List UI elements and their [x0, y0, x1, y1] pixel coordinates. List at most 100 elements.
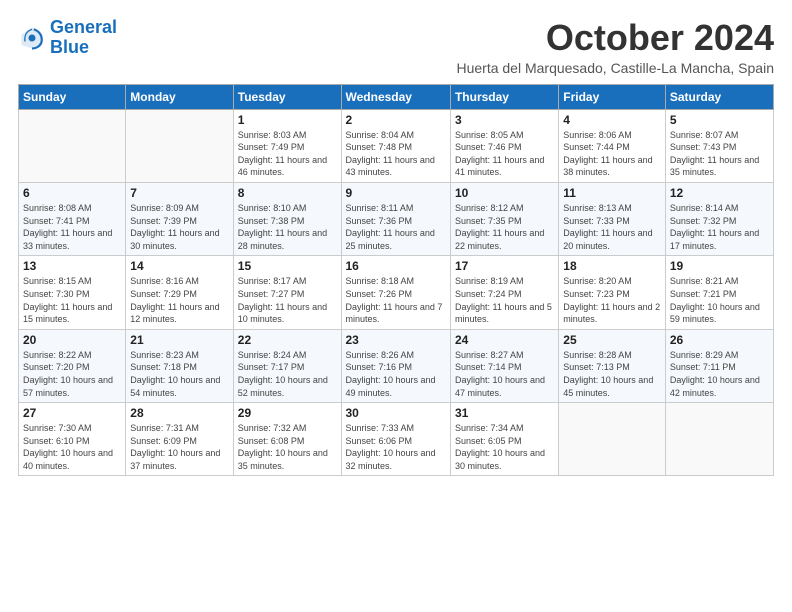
day-info: Sunrise: 8:10 AM Sunset: 7:38 PM Dayligh…: [238, 202, 337, 252]
day-info: Sunrise: 7:30 AM Sunset: 6:10 PM Dayligh…: [23, 422, 121, 472]
day-number: 2: [346, 113, 446, 127]
calendar-cell: 31Sunrise: 7:34 AM Sunset: 6:05 PM Dayli…: [450, 403, 558, 476]
calendar-cell: [19, 109, 126, 182]
calendar-cell: 15 Sunrise: 8:17 AM Sunset: 7:27 PM Dayli…: [233, 256, 341, 329]
logo-icon: [18, 24, 46, 52]
day-number: 10: [455, 186, 554, 200]
calendar-week-2: 6 Sunrise: 8:08 AM Sunset: 7:41 PM Daylig…: [19, 182, 774, 255]
day-number: 24: [455, 333, 554, 347]
day-info: Sunrise: 8:04 AM Sunset: 7:48 PM Dayligh…: [346, 129, 446, 179]
calendar-week-3: 13 Sunrise: 8:15 AM Sunset: 7:30 PM Dayli…: [19, 256, 774, 329]
day-info: Sunrise: 7:33 AM Sunset: 6:06 PM Dayligh…: [346, 422, 446, 472]
day-number: 25: [563, 333, 661, 347]
calendar-table: Sunday Monday Tuesday Wednesday Thursday…: [18, 84, 774, 477]
col-tuesday: Tuesday: [233, 84, 341, 109]
calendar-cell: 30Sunrise: 7:33 AM Sunset: 6:06 PM Dayli…: [341, 403, 450, 476]
calendar-cell: [559, 403, 666, 476]
day-info: Sunrise: 8:15 AM Sunset: 7:30 PM Dayligh…: [23, 275, 121, 325]
calendar-cell: 6 Sunrise: 8:08 AM Sunset: 7:41 PM Daylig…: [19, 182, 126, 255]
day-info: Sunrise: 8:19 AM Sunset: 7:24 PM Dayligh…: [455, 275, 554, 325]
calendar-cell: 23Sunrise: 8:26 AM Sunset: 7:16 PM Dayli…: [341, 329, 450, 402]
day-info: Sunrise: 8:27 AM Sunset: 7:14 PM Dayligh…: [455, 349, 554, 399]
day-number: 13: [23, 259, 121, 273]
day-info: Sunrise: 7:31 AM Sunset: 6:09 PM Dayligh…: [130, 422, 228, 472]
logo-text: General Blue: [50, 18, 117, 58]
day-number: 8: [238, 186, 337, 200]
day-info: Sunrise: 8:06 AM Sunset: 7:44 PM Dayligh…: [563, 129, 661, 179]
day-number: 5: [670, 113, 769, 127]
calendar-cell: 20Sunrise: 8:22 AM Sunset: 7:20 PM Dayli…: [19, 329, 126, 402]
day-info: Sunrise: 8:13 AM Sunset: 7:33 PM Dayligh…: [563, 202, 661, 252]
day-number: 15: [238, 259, 337, 273]
calendar-cell: 12Sunrise: 8:14 AM Sunset: 7:32 PM Dayli…: [665, 182, 773, 255]
calendar-cell: 13 Sunrise: 8:15 AM Sunset: 7:30 PM Dayli…: [19, 256, 126, 329]
col-sunday: Sunday: [19, 84, 126, 109]
calendar-cell: 9 Sunrise: 8:11 AM Sunset: 7:36 PM Daylig…: [341, 182, 450, 255]
calendar-cell: 7Sunrise: 8:09 AM Sunset: 7:39 PM Daylig…: [126, 182, 233, 255]
day-info: Sunrise: 8:29 AM Sunset: 7:11 PM Dayligh…: [670, 349, 769, 399]
logo-general: General: [50, 17, 117, 37]
day-info: Sunrise: 8:03 AM Sunset: 7:49 PM Dayligh…: [238, 129, 337, 179]
calendar-header: Sunday Monday Tuesday Wednesday Thursday…: [19, 84, 774, 109]
calendar-cell: [665, 403, 773, 476]
calendar-cell: [126, 109, 233, 182]
day-number: 31: [455, 406, 554, 420]
calendar-week-4: 20Sunrise: 8:22 AM Sunset: 7:20 PM Dayli…: [19, 329, 774, 402]
calendar-cell: 4 Sunrise: 8:06 AM Sunset: 7:44 PM Daylig…: [559, 109, 666, 182]
day-info: Sunrise: 8:17 AM Sunset: 7:27 PM Dayligh…: [238, 275, 337, 325]
calendar-cell: 2 Sunrise: 8:04 AM Sunset: 7:48 PM Daylig…: [341, 109, 450, 182]
day-info: Sunrise: 8:16 AM Sunset: 7:29 PM Dayligh…: [130, 275, 228, 325]
month-title: October 2024: [456, 18, 774, 58]
day-number: 14: [130, 259, 228, 273]
day-number: 26: [670, 333, 769, 347]
calendar-cell: 25 Sunrise: 8:28 AM Sunset: 7:13 PM Dayli…: [559, 329, 666, 402]
day-number: 22: [238, 333, 337, 347]
day-number: 9: [346, 186, 446, 200]
calendar-cell: 24 Sunrise: 8:27 AM Sunset: 7:14 PM Dayli…: [450, 329, 558, 402]
calendar-week-1: 1 Sunrise: 8:03 AM Sunset: 7:49 PM Daylig…: [19, 109, 774, 182]
day-info: Sunrise: 8:20 AM Sunset: 7:23 PM Dayligh…: [563, 275, 661, 325]
day-number: 1: [238, 113, 337, 127]
calendar-cell: 21 Sunrise: 8:23 AM Sunset: 7:18 PM Dayli…: [126, 329, 233, 402]
calendar-cell: 27 Sunrise: 7:30 AM Sunset: 6:10 PM Dayli…: [19, 403, 126, 476]
day-info: Sunrise: 8:23 AM Sunset: 7:18 PM Dayligh…: [130, 349, 228, 399]
day-info: Sunrise: 8:18 AM Sunset: 7:26 PM Dayligh…: [346, 275, 446, 325]
day-info: Sunrise: 8:05 AM Sunset: 7:46 PM Dayligh…: [455, 129, 554, 179]
col-wednesday: Wednesday: [341, 84, 450, 109]
col-friday: Friday: [559, 84, 666, 109]
day-number: 6: [23, 186, 121, 200]
header-row: Sunday Monday Tuesday Wednesday Thursday…: [19, 84, 774, 109]
day-number: 4: [563, 113, 661, 127]
location: Huerta del Marquesado, Castille-La Manch…: [456, 60, 774, 76]
calendar-cell: 17Sunrise: 8:19 AM Sunset: 7:24 PM Dayli…: [450, 256, 558, 329]
day-info: Sunrise: 8:24 AM Sunset: 7:17 PM Dayligh…: [238, 349, 337, 399]
day-info: Sunrise: 8:11 AM Sunset: 7:36 PM Dayligh…: [346, 202, 446, 252]
col-monday: Monday: [126, 84, 233, 109]
page: General Blue October 2024 Huerta del Mar…: [0, 0, 792, 486]
day-info: Sunrise: 8:22 AM Sunset: 7:20 PM Dayligh…: [23, 349, 121, 399]
logo: General Blue: [18, 18, 117, 58]
day-info: Sunrise: 8:07 AM Sunset: 7:43 PM Dayligh…: [670, 129, 769, 179]
day-info: Sunrise: 8:21 AM Sunset: 7:21 PM Dayligh…: [670, 275, 769, 325]
day-number: 28: [130, 406, 228, 420]
day-number: 18: [563, 259, 661, 273]
day-number: 27: [23, 406, 121, 420]
calendar-cell: 26 Sunrise: 8:29 AM Sunset: 7:11 PM Dayli…: [665, 329, 773, 402]
calendar-cell: 28 Sunrise: 7:31 AM Sunset: 6:09 PM Dayli…: [126, 403, 233, 476]
day-number: 21: [130, 333, 228, 347]
col-saturday: Saturday: [665, 84, 773, 109]
calendar-cell: 3 Sunrise: 8:05 AM Sunset: 7:46 PM Daylig…: [450, 109, 558, 182]
day-info: Sunrise: 8:28 AM Sunset: 7:13 PM Dayligh…: [563, 349, 661, 399]
day-number: 19: [670, 259, 769, 273]
day-info: Sunrise: 7:32 AM Sunset: 6:08 PM Dayligh…: [238, 422, 337, 472]
col-thursday: Thursday: [450, 84, 558, 109]
day-number: 3: [455, 113, 554, 127]
day-info: Sunrise: 8:14 AM Sunset: 7:32 PM Dayligh…: [670, 202, 769, 252]
calendar-cell: 10 Sunrise: 8:12 AM Sunset: 7:35 PM Dayli…: [450, 182, 558, 255]
header: General Blue October 2024 Huerta del Mar…: [18, 18, 774, 76]
day-info: Sunrise: 8:12 AM Sunset: 7:35 PM Dayligh…: [455, 202, 554, 252]
day-info: Sunrise: 8:08 AM Sunset: 7:41 PM Dayligh…: [23, 202, 121, 252]
calendar-cell: 29Sunrise: 7:32 AM Sunset: 6:08 PM Dayli…: [233, 403, 341, 476]
title-block: October 2024 Huerta del Marquesado, Cast…: [456, 18, 774, 76]
calendar-cell: 14 Sunrise: 8:16 AM Sunset: 7:29 PM Dayli…: [126, 256, 233, 329]
